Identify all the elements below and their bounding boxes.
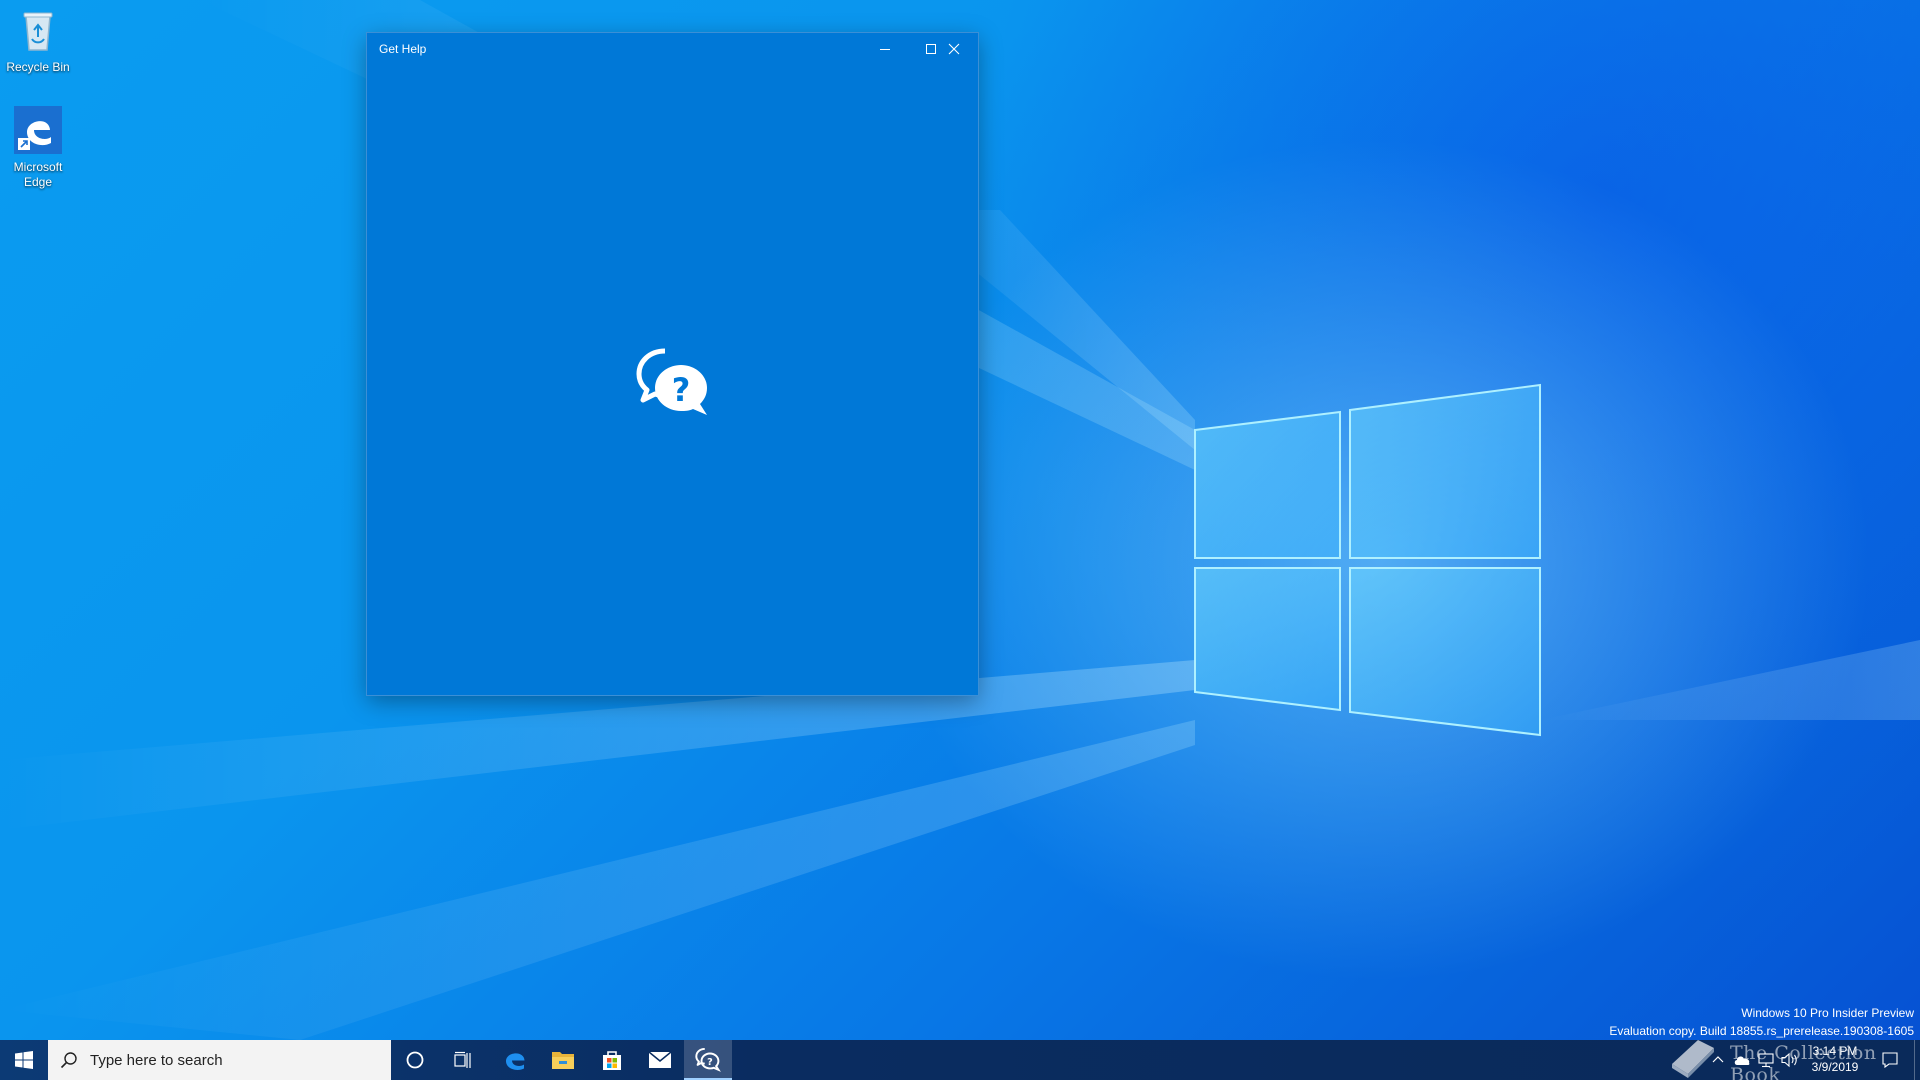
task-view-button[interactable] xyxy=(439,1040,487,1080)
watermark-build: Evaluation copy. Build 18855.rs_prerelea… xyxy=(1609,1024,1914,1038)
start-button[interactable] xyxy=(0,1040,48,1080)
close-button[interactable] xyxy=(931,33,977,65)
recycle-bin-icon xyxy=(23,12,53,51)
taskbar: ? xyxy=(0,1040,1920,1080)
window-title: Get Help xyxy=(379,42,427,56)
desktop: Recycle Bin Microsoft Edge Get Help ? Wi… xyxy=(0,0,1920,1080)
close-icon xyxy=(948,43,960,55)
window-title-bar[interactable]: Get Help xyxy=(367,33,978,65)
search-input[interactable] xyxy=(88,1050,372,1070)
taskbar-search-box[interactable] xyxy=(48,1040,391,1080)
store-icon xyxy=(603,1051,621,1070)
taskbar-mail-button[interactable] xyxy=(636,1040,684,1080)
taskbar-edge-button[interactable] xyxy=(491,1040,539,1080)
search-icon xyxy=(60,1052,77,1069)
edge-icon xyxy=(14,106,62,154)
windows-logo-wallpaper xyxy=(1194,383,1541,737)
windows-start-icon xyxy=(15,1051,33,1069)
desktop-icon-label: Recycle Bin xyxy=(6,60,70,74)
folder-icon xyxy=(552,1052,574,1069)
desktop-icon-label: Microsoft Edge xyxy=(13,160,63,189)
task-view-icon xyxy=(454,1051,471,1068)
taskbar-store-button[interactable] xyxy=(588,1040,636,1080)
get-help-icon: ? xyxy=(695,1047,721,1072)
os-watermark: Windows 10 Pro Insider Preview Evaluatio… xyxy=(1609,1004,1914,1040)
edge-icon xyxy=(506,1053,525,1070)
taskbar-get-help-button[interactable]: ? xyxy=(684,1040,732,1080)
taskbar-file-explorer-button[interactable] xyxy=(539,1040,587,1080)
svg-text:?: ? xyxy=(707,1057,713,1068)
minimize-icon xyxy=(880,49,890,50)
collection-book-brand: The Collection Book xyxy=(1730,1042,1877,1080)
watermark-edition: Windows 10 Pro Insider Preview xyxy=(1741,1006,1914,1020)
svg-text:?: ? xyxy=(672,371,691,409)
get-help-chat-question-icon: ? xyxy=(636,348,707,415)
desktop-icon-recycle-bin[interactable]: Recycle Bin xyxy=(0,6,76,75)
cortana-icon xyxy=(406,1051,424,1069)
collection-book-logo xyxy=(1672,1040,1714,1078)
minimize-button[interactable] xyxy=(862,33,908,65)
cortana-button[interactable] xyxy=(391,1040,439,1080)
desktop-icon-microsoft-edge[interactable]: Microsoft Edge xyxy=(0,106,76,190)
mail-icon xyxy=(648,1051,672,1068)
get-help-window[interactable]: Get Help ? xyxy=(367,33,978,695)
